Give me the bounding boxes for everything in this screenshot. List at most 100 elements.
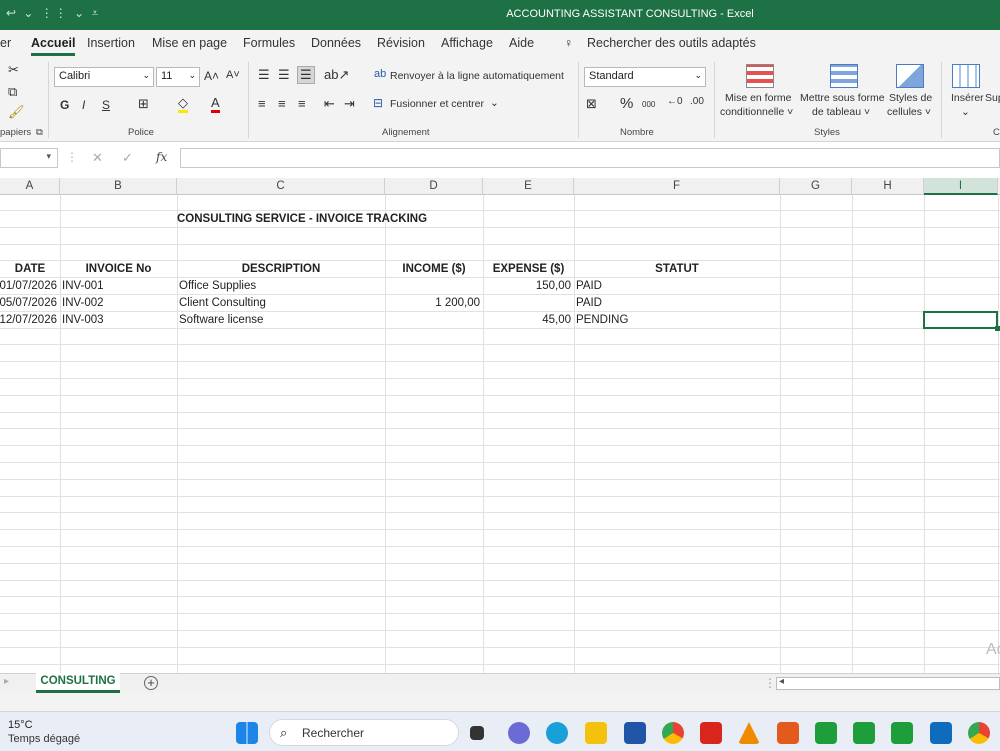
- merge-center-icon[interactable]: ⊟: [373, 96, 383, 110]
- tab-donnees[interactable]: Données: [311, 36, 361, 50]
- cell-invoice-no[interactable]: INV-001: [60, 278, 177, 294]
- decrease-indent-icon[interactable]: ⇤: [324, 96, 335, 112]
- align-top-icon[interactable]: ☰: [258, 67, 270, 83]
- grow-font-button[interactable]: A˄: [204, 69, 219, 83]
- cell-income[interactable]: 1 200,00: [385, 295, 483, 311]
- add-sheet-button[interactable]: +: [144, 676, 158, 690]
- column-header-c[interactable]: C: [177, 178, 385, 195]
- app-icon-green-2[interactable]: [853, 722, 875, 744]
- number-format-select[interactable]: Standard ⌄: [584, 67, 706, 87]
- header-income[interactable]: INCOME ($): [385, 261, 483, 277]
- tab-accueil[interactable]: Accueil: [31, 36, 76, 56]
- header-invoice-no[interactable]: INVOICE No: [60, 261, 177, 277]
- edge-icon[interactable]: [546, 722, 568, 744]
- italic-button[interactable]: I: [82, 98, 85, 112]
- weather-description[interactable]: Temps dégagé: [8, 733, 80, 745]
- cell-styles-label-1[interactable]: Styles de: [889, 92, 932, 104]
- wrap-text-icon[interactable]: ab: [374, 68, 386, 80]
- teams-icon[interactable]: [508, 722, 530, 744]
- sheet-tab-consulting[interactable]: CONSULTING: [36, 673, 120, 693]
- percent-button[interactable]: %: [620, 95, 633, 112]
- align-middle-icon[interactable]: ☰: [278, 67, 290, 83]
- column-header-b[interactable]: B: [60, 178, 177, 195]
- cell-expense[interactable]: [483, 295, 574, 311]
- column-header-f[interactable]: F: [574, 178, 780, 195]
- tab-mise-en-page[interactable]: Mise en page: [152, 36, 227, 50]
- format-table-label-2[interactable]: de tableau ˅: [812, 106, 870, 118]
- merge-center-button[interactable]: Fusionner et centrer: [390, 98, 484, 110]
- font-name-select[interactable]: Calibri ⌄: [54, 67, 154, 87]
- align-bottom-icon[interactable]: ☰: [297, 66, 315, 84]
- header-expense[interactable]: EXPENSE ($): [483, 261, 574, 277]
- confirm-icon[interactable]: ✓: [122, 150, 133, 166]
- cell-income[interactable]: [385, 312, 483, 328]
- conditional-format-icon[interactable]: [746, 64, 774, 88]
- fx-icon[interactable]: fx: [156, 150, 167, 164]
- font-size-select[interactable]: 11 ⌄: [156, 67, 200, 87]
- increase-indent-icon[interactable]: ⇥: [344, 96, 355, 112]
- underline-button[interactable]: S: [102, 98, 110, 112]
- chevron-down-icon[interactable]: ⌄: [961, 106, 970, 118]
- tab-affichage[interactable]: Affichage: [441, 36, 493, 50]
- cancel-icon[interactable]: ✕: [92, 150, 103, 166]
- tab-fichier[interactable]: er: [0, 36, 11, 50]
- cell-description[interactable]: Office Supplies: [177, 278, 385, 294]
- cell-expense[interactable]: 45,00: [483, 312, 574, 328]
- cell-statut[interactable]: PAID: [574, 295, 780, 311]
- cell-date[interactable]: 05/07/2026: [0, 295, 60, 311]
- worksheet-grid[interactable]: CONSULTING SERVICE - INVOICE TRACKING DA…: [0, 195, 1000, 673]
- delete-button[interactable]: Sup: [985, 92, 1000, 104]
- column-header-i[interactable]: I: [924, 178, 998, 195]
- insert-button[interactable]: Insérer: [951, 92, 984, 104]
- conditional-format-label-2[interactable]: conditionnelle ˅: [720, 106, 793, 118]
- bold-button[interactable]: G: [60, 98, 69, 112]
- selected-cell[interactable]: [923, 311, 1000, 331]
- tab-aide[interactable]: Aide: [509, 36, 534, 50]
- scroll-left-icon[interactable]: ▸: [4, 676, 9, 687]
- search-tools-input[interactable]: Rechercher des outils adaptés: [587, 36, 756, 50]
- formula-input[interactable]: [180, 148, 1000, 168]
- cell-invoice-no[interactable]: INV-002: [60, 295, 177, 311]
- column-header-a[interactable]: A: [0, 178, 60, 195]
- name-box[interactable]: ▾: [0, 148, 58, 168]
- windows-start-icon[interactable]: [236, 722, 258, 744]
- decrease-decimal-icon[interactable]: .00: [690, 96, 704, 107]
- dialog-launcher-icon[interactable]: ⧉: [36, 127, 43, 138]
- weather-temperature[interactable]: 15°C: [8, 719, 33, 731]
- outlook-icon[interactable]: [930, 722, 952, 744]
- column-header-e[interactable]: E: [483, 178, 574, 195]
- cell-description[interactable]: Client Consulting: [177, 295, 385, 311]
- insert-cells-icon[interactable]: [952, 64, 980, 88]
- cell-income[interactable]: [385, 278, 483, 294]
- thousands-button[interactable]: 000: [642, 100, 655, 109]
- chevron-down-icon[interactable]: ⌄: [490, 97, 499, 109]
- cell-description[interactable]: Software license: [177, 312, 385, 328]
- tab-formules[interactable]: Formules: [243, 36, 295, 50]
- cell-date[interactable]: 12/07/2026: [0, 312, 60, 328]
- column-header-h[interactable]: H: [852, 178, 924, 195]
- column-header-g[interactable]: G: [780, 178, 852, 195]
- currency-icon[interactable]: ⊠: [586, 96, 597, 112]
- cell-date[interactable]: 01/07/2026: [0, 278, 60, 294]
- column-header-d[interactable]: D: [385, 178, 483, 195]
- wrap-text-button[interactable]: Renvoyer à la ligne automatiquement: [390, 70, 564, 82]
- store-icon[interactable]: [624, 722, 646, 744]
- pdf-tool-icon[interactable]: [777, 722, 799, 744]
- header-description[interactable]: DESCRIPTION: [177, 261, 385, 277]
- vlc-icon[interactable]: [738, 722, 760, 744]
- format-as-table-icon[interactable]: [830, 64, 858, 88]
- align-right-icon[interactable]: ≡: [298, 96, 306, 111]
- app-icon-green-1[interactable]: [815, 722, 837, 744]
- header-statut[interactable]: STATUT: [574, 261, 780, 277]
- horizontal-scrollbar[interactable]: ◂: [776, 676, 1000, 690]
- cell-statut[interactable]: PAID: [574, 278, 780, 294]
- cell-invoice-no[interactable]: INV-003: [60, 312, 177, 328]
- increase-decimal-icon[interactable]: ←0: [667, 96, 683, 107]
- chrome-icon[interactable]: [968, 722, 990, 744]
- cell-statut[interactable]: PENDING: [574, 312, 780, 328]
- borders-icon[interactable]: ⊞: [138, 96, 149, 112]
- tab-revision[interactable]: Révision: [377, 36, 425, 50]
- task-view-icon[interactable]: [470, 726, 484, 740]
- header-date[interactable]: DATE: [0, 261, 60, 277]
- align-left-icon[interactable]: ≡: [258, 96, 266, 111]
